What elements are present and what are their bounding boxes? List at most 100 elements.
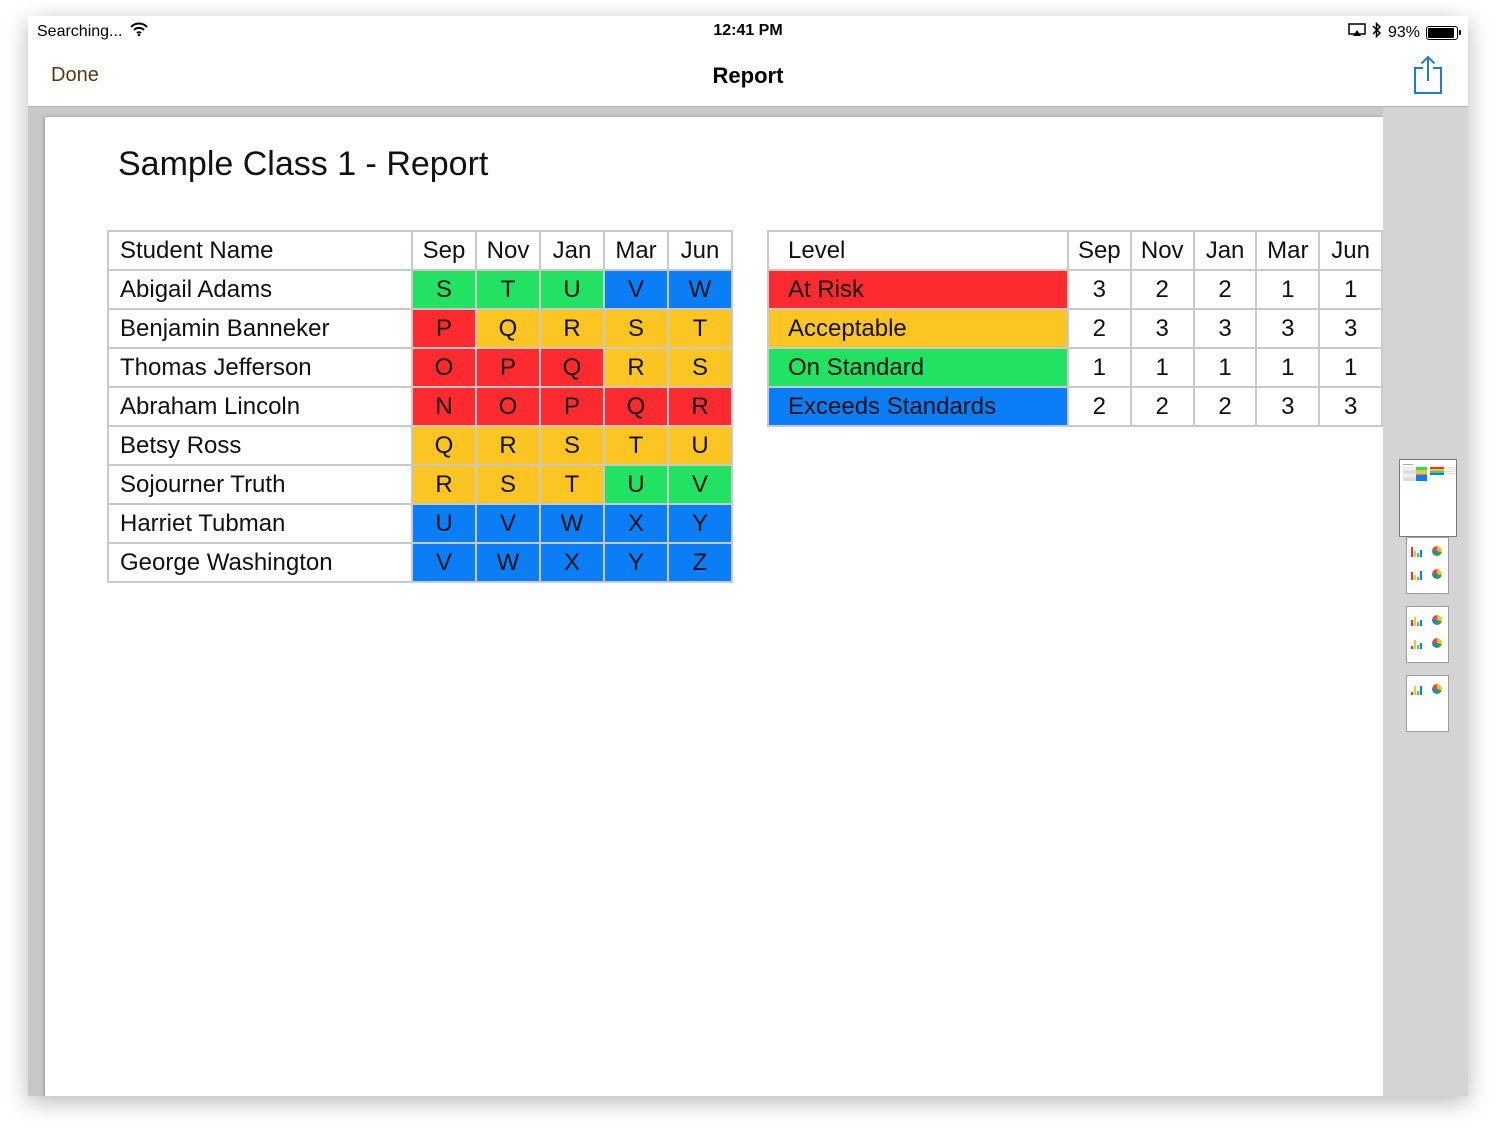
- grade-cell: U: [411, 503, 477, 544]
- grade-cell: N: [411, 386, 477, 427]
- grade-cell: Q: [603, 386, 669, 427]
- level-count-cell: 2: [1129, 269, 1195, 310]
- grade-cell: U: [603, 464, 669, 505]
- status-time: 12:41 PM: [713, 22, 783, 39]
- student-name: Sojourner Truth: [107, 464, 413, 505]
- level-month-header-jan: Jan: [1192, 230, 1258, 271]
- thumbnail-detail: [1411, 570, 1425, 580]
- table-row: Sojourner Truth R S T U V: [107, 464, 733, 505]
- level-count-cell: 1: [1255, 347, 1321, 388]
- table-row: George Washington V W X Y Z: [107, 542, 733, 583]
- status-bar: Searching... 12:41 PM 93%: [28, 16, 1468, 46]
- share-button[interactable]: [1413, 55, 1443, 95]
- grade-cell: T: [475, 269, 541, 310]
- report-page[interactable]: Sample Class 1 - Report Student Name Sep…: [45, 117, 1383, 1096]
- grade-cell: W: [539, 503, 605, 544]
- thumbnail-detail: [1432, 569, 1442, 579]
- levels-table-body: At Risk 3 2 2 1 1 Acceptable 2 3 3 3 3 On Standard 1 1…: [767, 269, 1383, 427]
- level-name: At Risk: [767, 269, 1069, 310]
- grade-cell: T: [667, 308, 733, 349]
- level-count-cell: 3: [1066, 269, 1132, 310]
- table-header-row: Level Sep Nov Jan Mar Jun: [767, 230, 1383, 271]
- level-name: On Standard: [767, 347, 1069, 388]
- grade-cell: U: [539, 269, 605, 310]
- grade-cell: X: [539, 542, 605, 583]
- table-row: Abraham Lincoln N O P Q R: [107, 386, 733, 427]
- grade-cell: Y: [603, 542, 669, 583]
- level-count-cell: 3: [1318, 386, 1383, 427]
- level-count-cell: 3: [1255, 308, 1321, 349]
- battery-fill: [1428, 27, 1455, 38]
- level-count-cell: 2: [1066, 308, 1132, 349]
- grade-cell: Z: [667, 542, 733, 583]
- thumbnail-detail: [1411, 639, 1425, 649]
- level-count-cell: 3: [1192, 308, 1258, 349]
- grade-cell: P: [411, 308, 477, 349]
- table-row: Thomas Jefferson O P Q R S: [107, 347, 733, 388]
- level-count-cell: 1: [1255, 269, 1321, 310]
- thumbnail-detail: [1411, 572, 1413, 580]
- level-count-cell: 3: [1129, 308, 1195, 349]
- page-thumbnail-1[interactable]: [1399, 459, 1457, 537]
- grade-cell: T: [539, 464, 605, 505]
- students-grades-table: Student Name Sep Nov Jan Mar Jun Abigail Ada…: [107, 230, 733, 583]
- thumbnail-detail: [1417, 553, 1419, 557]
- grade-cell: Q: [539, 347, 605, 388]
- grade-cell: S: [475, 464, 541, 505]
- page-thumbnail-3[interactable]: [1406, 606, 1449, 663]
- nav-title: Report: [712, 63, 784, 88]
- grade-cell: W: [667, 269, 733, 310]
- thumbnail-detail: [1414, 551, 1416, 557]
- page-thumbnail-strip: [1383, 107, 1468, 1096]
- level-count-cell: 1: [1066, 347, 1132, 388]
- table-row: Exceeds Standards 2 2 2 3 3: [767, 386, 1383, 427]
- thumbnail-detail: [1414, 575, 1416, 580]
- thumbnail-detail: [1420, 686, 1422, 695]
- grade-cell: R: [667, 386, 733, 427]
- student-name: George Washington: [107, 542, 413, 583]
- report-title: Sample Class 1 - Report: [118, 145, 489, 183]
- grade-cell: W: [475, 542, 541, 583]
- student-name: Benjamin Banneker: [107, 308, 413, 349]
- grade-cell: V: [667, 464, 733, 505]
- thumbnail-detail: [1417, 622, 1419, 626]
- table-row: On Standard 1 1 1 1 1: [767, 347, 1383, 388]
- grade-cell: P: [539, 386, 605, 427]
- page-thumbnail-4[interactable]: [1406, 675, 1449, 732]
- thumbnail-detail: [1430, 467, 1444, 475]
- table-row: Benjamin Banneker P Q R S T: [107, 308, 733, 349]
- thumbnail-detail: [1420, 620, 1422, 626]
- student-name: Abraham Lincoln: [107, 386, 413, 427]
- share-icon: [1414, 55, 1442, 94]
- thumbnail-detail: [1403, 464, 1413, 465]
- grade-cell: V: [603, 269, 669, 310]
- thumbnail-detail: [1411, 620, 1413, 626]
- student-name: Abigail Adams: [107, 269, 413, 310]
- grade-cell: P: [475, 347, 541, 388]
- thumbnail-detail: [1411, 616, 1425, 626]
- page-thumbnail-2[interactable]: [1406, 537, 1449, 594]
- thumbnail-detail: [1420, 550, 1422, 557]
- level-count-cell: 1: [1318, 269, 1383, 310]
- thumbnail-detail: [1417, 577, 1419, 580]
- table-row: At Risk 3 2 2 1 1: [767, 269, 1383, 310]
- level-month-header-jun: Jun: [1318, 230, 1383, 271]
- level-count-cell: 1: [1318, 347, 1383, 388]
- grade-cell: O: [411, 347, 477, 388]
- grade-cell: R: [603, 347, 669, 388]
- thumbnail-detail: [1411, 646, 1413, 649]
- level-count-cell: 2: [1129, 386, 1195, 427]
- grade-cell: Q: [411, 425, 477, 466]
- thumbnail-detail: [1417, 645, 1419, 649]
- student-name: Thomas Jefferson: [107, 347, 413, 388]
- table-row: Abigail Adams S T U V W: [107, 269, 733, 310]
- grade-cell: S: [667, 347, 733, 388]
- grade-cell: R: [539, 308, 605, 349]
- battery-icon: [1426, 25, 1461, 40]
- grade-cell: U: [667, 425, 733, 466]
- student-name: Harriet Tubman: [107, 503, 413, 544]
- grade-cell: T: [603, 425, 669, 466]
- thumbnail-detail: [1420, 643, 1422, 649]
- thumbnail-detail: [1411, 685, 1425, 695]
- thumbnail-detail: [1411, 692, 1413, 695]
